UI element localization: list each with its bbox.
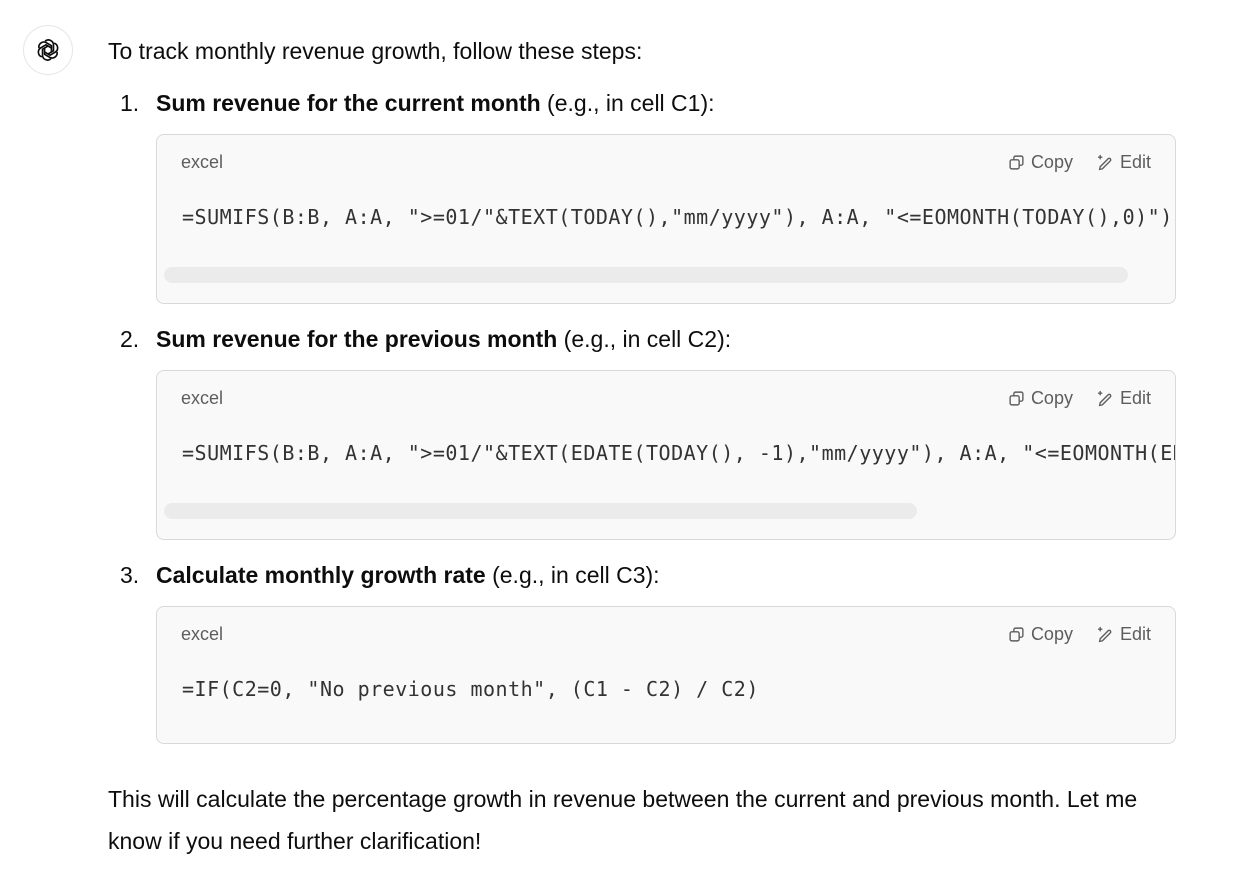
scrollbar-thumb[interactable] xyxy=(164,267,1128,283)
step-title: Sum revenue for the previous month xyxy=(156,326,558,352)
edit-pencil-icon xyxy=(1097,626,1112,642)
step-heading: 2. Sum revenue for the previous month (e… xyxy=(108,322,1176,356)
step-item: 1. Sum revenue for the current month (e.… xyxy=(108,86,1176,304)
assistant-message: To track monthly revenue growth, follow … xyxy=(108,34,1176,862)
assistant-avatar xyxy=(23,25,73,75)
code-actions: Copy Edit xyxy=(1008,152,1151,173)
scrollbar-thumb[interactable] xyxy=(164,503,917,519)
step-heading: 3. Calculate monthly growth rate (e.g., … xyxy=(108,558,1176,592)
copy-button[interactable]: Copy xyxy=(1008,388,1073,409)
copy-button[interactable]: Copy xyxy=(1008,624,1073,645)
step-number: 3. xyxy=(120,562,140,588)
code-actions: Copy Edit xyxy=(1008,624,1151,645)
step-number: 2. xyxy=(120,326,140,352)
code-text[interactable]: =SUMIFS(B:B, A:A, ">=01/"&TEXT(EDATE(TOD… xyxy=(157,425,1175,495)
copy-icon xyxy=(1009,154,1024,170)
step-heading: 1. Sum revenue for the current month (e.… xyxy=(108,86,1176,120)
copy-label: Copy xyxy=(1030,387,1073,408)
code-language: excel xyxy=(181,151,224,172)
outro-text: This will calculate the percentage growt… xyxy=(108,786,1138,854)
step-note: (e.g., in cell C1): xyxy=(540,90,715,116)
copy-label: Copy xyxy=(1030,151,1073,172)
intro-text: To track monthly revenue growth, follow … xyxy=(108,38,643,64)
step-item: 2. Sum revenue for the previous month (e… xyxy=(108,322,1176,540)
step-number: 1. xyxy=(120,90,140,116)
code-header: excel Copy Edit xyxy=(157,607,1175,661)
openai-logo-icon xyxy=(37,39,59,61)
copy-label: Copy xyxy=(1030,623,1073,644)
edit-pencil-icon xyxy=(1097,154,1112,170)
copy-button[interactable]: Copy xyxy=(1008,152,1073,173)
copy-icon xyxy=(1009,626,1024,642)
copy-icon xyxy=(1009,390,1024,406)
horizontal-scrollbar[interactable] xyxy=(157,259,1175,303)
edit-label: Edit xyxy=(1119,623,1151,644)
step-title: Sum revenue for the current month xyxy=(156,90,541,116)
code-text[interactable]: =IF(C2=0, "No previous month", (C1 - C2)… xyxy=(157,661,1175,743)
code-header: excel Copy Edit xyxy=(157,135,1175,189)
step-title: Calculate monthly growth rate xyxy=(156,562,486,588)
step-item: 3. Calculate monthly growth rate (e.g., … xyxy=(108,558,1176,744)
edit-pencil-icon xyxy=(1097,390,1112,406)
code-language: excel xyxy=(181,387,224,408)
code-block: excel Copy Edit =SUMIFS(B:B, A:A, ">=01/… xyxy=(156,134,1176,304)
horizontal-scrollbar[interactable] xyxy=(157,495,1175,539)
edit-button[interactable]: Edit xyxy=(1097,152,1151,173)
edit-button[interactable]: Edit xyxy=(1097,388,1151,409)
code-language: excel xyxy=(181,623,224,644)
code-block: excel Copy Edit =IF(C2=0, "No previous m… xyxy=(156,606,1176,744)
code-header: excel Copy Edit xyxy=(157,371,1175,425)
step-note: (e.g., in cell C2): xyxy=(557,326,732,352)
code-actions: Copy Edit xyxy=(1008,388,1151,409)
code-text[interactable]: =SUMIFS(B:B, A:A, ">=01/"&TEXT(TODAY(),"… xyxy=(157,189,1175,259)
code-block: excel Copy Edit =SUMIFS(B:B, A:A, ">=01/… xyxy=(156,370,1176,540)
step-note: (e.g., in cell C3): xyxy=(485,562,660,588)
edit-button[interactable]: Edit xyxy=(1097,624,1151,645)
edit-label: Edit xyxy=(1119,387,1151,408)
edit-label: Edit xyxy=(1119,151,1151,172)
